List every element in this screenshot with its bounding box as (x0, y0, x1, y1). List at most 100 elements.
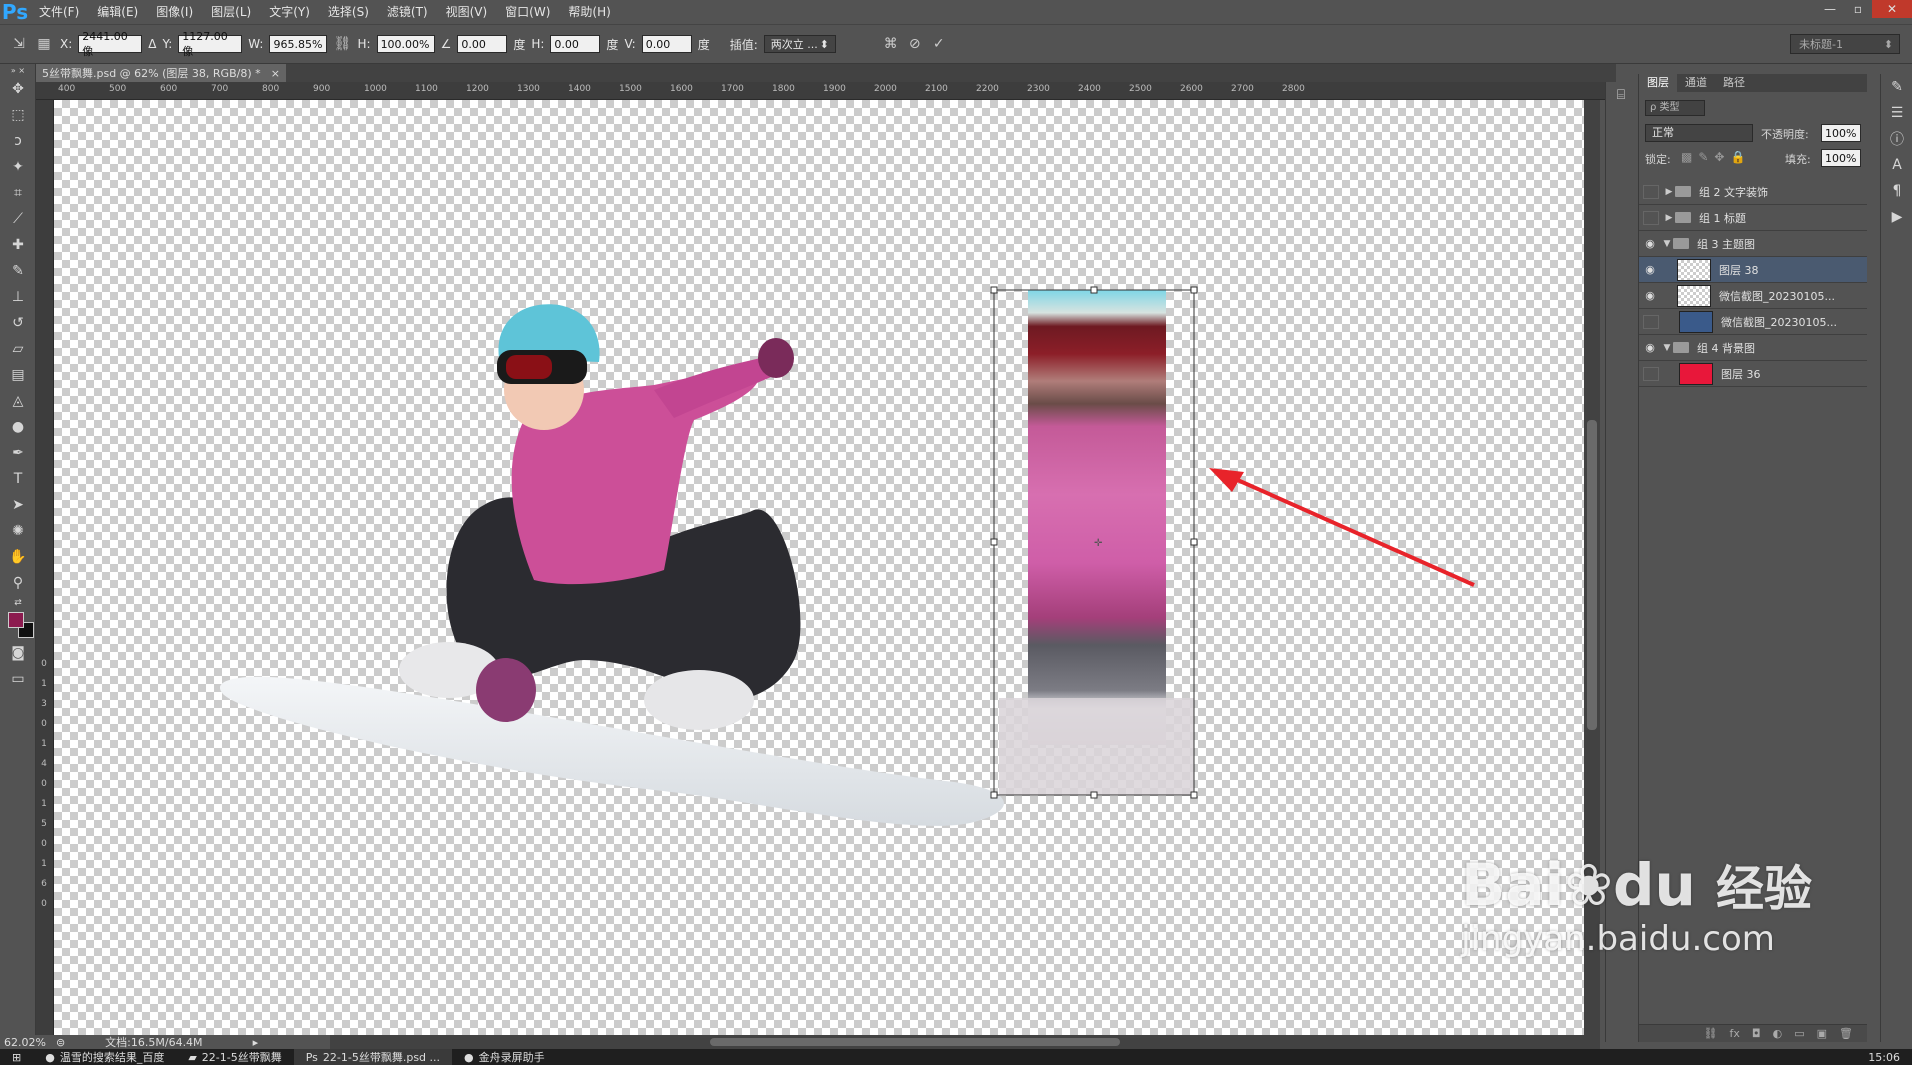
relative-position-icon[interactable]: Δ (148, 37, 156, 51)
taskbar-item-photoshop[interactable]: Ps 22-1-5丝带飘舞.psd ... (293, 1049, 453, 1065)
quick-mask-icon[interactable]: ◙ (0, 640, 36, 666)
layer-row-group-4[interactable]: ◉ ▼ 组 4 背景图 (1639, 335, 1867, 361)
taskbar-item-folder[interactable]: ▰ 22-1-5丝带飘舞 (176, 1049, 293, 1065)
handle-top-left[interactable] (990, 286, 998, 294)
height-field[interactable]: 100.00% (376, 35, 435, 53)
screen-mode-icon[interactable]: ▭ (0, 666, 36, 692)
layer-filter-select[interactable]: ρ 类型 (1645, 100, 1705, 116)
marquee-tool-icon[interactable]: ⬚ (0, 102, 36, 128)
brush-preset-icon[interactable]: ✎ (1881, 74, 1912, 100)
magic-wand-tool-icon[interactable]: ✦ (0, 154, 36, 180)
actions-icon[interactable]: ▶ (1881, 204, 1912, 230)
eye-icon[interactable]: ◉ (1639, 237, 1661, 250)
lock-icons[interactable]: ▩✎✥🔒 (1681, 150, 1751, 164)
vertical-scroll-thumb[interactable] (1587, 420, 1597, 730)
history-panel-icon[interactable]: ⌸ (1606, 82, 1636, 108)
handle-middle-right[interactable] (1190, 538, 1198, 546)
menu-filter[interactable]: 滤镜(T) (378, 0, 437, 24)
handle-bottom-left[interactable] (990, 791, 998, 799)
layer-row-screenshot-2[interactable]: 微信截图_20230105... (1639, 309, 1867, 335)
gradient-tool-icon[interactable]: ▤ (0, 362, 36, 388)
tab-paths[interactable]: 路径 (1715, 74, 1753, 92)
collapse-caret-icon[interactable]: ▼ (1661, 343, 1673, 353)
info-icon[interactable]: ⓘ (1881, 126, 1912, 152)
visibility-toggle-off[interactable] (1643, 314, 1659, 329)
move-tool-icon[interactable]: ✥ (0, 76, 36, 102)
warp-mode-icon[interactable]: ⌘ (882, 35, 900, 53)
adjustment-layer-icon[interactable]: ◐ (1773, 1027, 1783, 1040)
handle-top-center[interactable] (1090, 286, 1098, 294)
tab-channels[interactable]: 通道 (1677, 74, 1715, 92)
swap-colors-icon[interactable]: ⇄ (0, 596, 36, 610)
shape-tool-icon[interactable]: ✺ (0, 518, 36, 544)
layer-row-group-2[interactable]: ▶ 组 2 文字装饰 (1639, 179, 1867, 205)
delete-layer-icon[interactable]: 🗑 (1839, 1027, 1853, 1040)
eye-icon[interactable]: ◉ (1639, 341, 1661, 354)
visibility-toggle-off[interactable] (1643, 366, 1659, 381)
link-layers-icon[interactable]: ⛓ (1704, 1027, 1718, 1040)
restore-button[interactable]: ▫ (1844, 0, 1872, 18)
handle-bottom-right[interactable] (1190, 791, 1198, 799)
h-skew-field[interactable]: 0.00 (550, 35, 601, 53)
link-icon[interactable]: ⛓ (333, 35, 352, 53)
tab-layers[interactable]: 图层 (1639, 74, 1677, 92)
layer-row-screenshot-1[interactable]: ◉ 微信截图_20230105... (1639, 283, 1867, 309)
zoom-tool-icon[interactable]: ⚲ (0, 570, 36, 596)
move-tool-preset-icon[interactable]: ⇲ (10, 35, 28, 53)
toolbox-collapse-icon[interactable]: » × (0, 64, 36, 76)
start-button[interactable]: ⊞ (0, 1049, 33, 1065)
eraser-tool-icon[interactable]: ▱ (0, 336, 36, 362)
menu-file[interactable]: 文件(F) (30, 0, 88, 24)
path-selection-tool-icon[interactable]: ➤ (0, 492, 36, 518)
angle-field[interactable]: 0.00 (457, 35, 508, 53)
crop-tool-icon[interactable]: ⌗ (0, 180, 36, 206)
horizontal-scroll-thumb[interactable] (710, 1038, 1120, 1046)
blur-tool-icon[interactable]: ◬ (0, 388, 36, 414)
document-canvas[interactable]: ✛ (54, 100, 1584, 1035)
expand-caret-icon[interactable]: ▶ (1663, 187, 1675, 197)
visibility-toggle-off[interactable] (1643, 210, 1659, 225)
opacity-field[interactable]: 100% (1821, 124, 1861, 142)
eye-icon[interactable]: ◉ (1639, 263, 1661, 276)
taskbar-clock[interactable]: 15:06 (1856, 1049, 1912, 1065)
layer-row-layer-36[interactable]: 图层 36 (1639, 361, 1867, 387)
commit-transform-icon[interactable]: ✓ (930, 35, 948, 53)
status-menu-arrow-icon[interactable]: ▸ (253, 1036, 259, 1049)
handle-top-right[interactable] (1190, 286, 1198, 294)
clone-stamp-tool-icon[interactable]: ⊥ (0, 284, 36, 310)
menu-edit[interactable]: 编辑(E) (88, 0, 147, 24)
width-field[interactable]: 965.85% (269, 35, 328, 53)
visibility-toggle-off[interactable] (1643, 184, 1659, 199)
character-icon[interactable]: A (1881, 152, 1912, 178)
brush-tool-icon[interactable]: ✎ (0, 258, 36, 284)
reference-point-icon[interactable]: ▦ (34, 35, 54, 53)
handle-bottom-center[interactable] (1090, 791, 1098, 799)
v-skew-field[interactable]: 0.00 (641, 35, 692, 53)
paragraph-icon[interactable]: ¶ (1881, 178, 1912, 204)
adjustments-icon[interactable]: ☰ (1881, 100, 1912, 126)
foreground-color-swatch[interactable] (8, 612, 24, 628)
layer-row-layer-38[interactable]: ◉ 图层 38 (1639, 257, 1867, 283)
x-field[interactable]: 2441.00 像 (78, 30, 143, 58)
hand-tool-icon[interactable]: ✋ (0, 544, 36, 570)
zoom-level[interactable]: 62.02% (4, 1036, 46, 1049)
fill-field[interactable]: 100% (1821, 149, 1861, 167)
workspace-select[interactable]: 未标题-1 ⬍ (1790, 34, 1900, 54)
expand-caret-icon[interactable]: ▶ (1663, 213, 1675, 223)
menu-help[interactable]: 帮助(H) (559, 0, 619, 24)
menu-view[interactable]: 视图(V) (437, 0, 497, 24)
handle-middle-left[interactable] (990, 538, 998, 546)
eyedropper-tool-icon[interactable]: ⟋ (0, 206, 36, 232)
blend-mode-select[interactable]: 正常 (1645, 124, 1753, 142)
status-share-icon[interactable]: ⊜ (56, 1036, 65, 1049)
collapse-caret-icon[interactable]: ▼ (1661, 239, 1673, 249)
eye-icon[interactable]: ◉ (1639, 289, 1661, 302)
document-tab[interactable]: 5丝带飘舞.psd @ 62% (图层 38, RGB/8) * × (36, 64, 286, 82)
history-brush-tool-icon[interactable]: ↺ (0, 310, 36, 336)
add-mask-icon[interactable]: ◘ (1752, 1027, 1761, 1040)
layer-row-group-3[interactable]: ◉ ▼ 组 3 主题图 (1639, 231, 1867, 257)
interpolation-select[interactable]: 两次立 ... ⬍ (763, 35, 836, 53)
taskbar-item-browser[interactable]: ● 温雪的搜索结果_百度 (33, 1049, 176, 1065)
lasso-tool-icon[interactable]: ↄ (0, 128, 36, 154)
minimize-button[interactable]: — (1816, 0, 1844, 18)
